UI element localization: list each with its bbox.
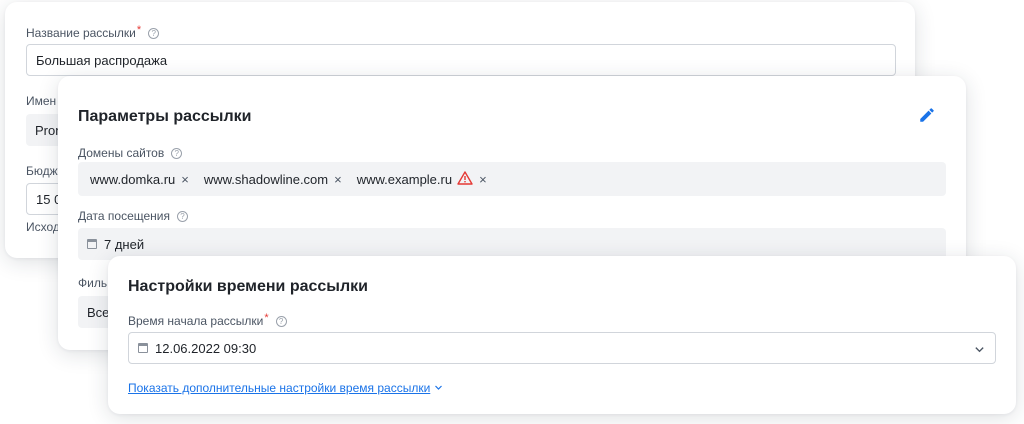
help-icon[interactable]: ? (275, 315, 287, 327)
filter-label: Филь (78, 276, 108, 290)
campaign-name-label: Название рассылки * ? (26, 24, 160, 40)
chevron-down-icon[interactable] (974, 343, 985, 358)
start-time-label: Время начала рассылки * ? (128, 312, 287, 328)
time-settings-card: Настройки времени рассылки Время начала … (108, 256, 1016, 414)
chevron-down-icon (434, 381, 443, 395)
source-label: Исход (26, 220, 60, 234)
domain-tag: www.domka.ru × (90, 171, 189, 187)
calendar-icon (87, 239, 97, 249)
params-title: Параметры рассылки (78, 108, 252, 125)
edit-icon[interactable] (918, 106, 936, 124)
calendar-icon (138, 343, 148, 353)
warning-icon (457, 170, 473, 188)
close-icon[interactable]: × (181, 172, 189, 187)
close-icon[interactable]: × (334, 172, 342, 187)
help-icon[interactable]: ? (171, 147, 183, 159)
campaign-name-input[interactable]: Большая распродажа (26, 44, 896, 76)
close-icon[interactable]: × (479, 172, 487, 187)
show-more-settings-link[interactable]: Показать дополнительные настройки время … (128, 381, 443, 395)
domains-field[interactable]: www.domka.ru × www.shadowline.com × www.… (78, 162, 946, 196)
domains-label: Домены сайтов ? (78, 146, 183, 160)
sender-label: Имен (26, 94, 57, 108)
domain-tag: www.example.ru × (356, 170, 487, 188)
time-settings-title: Настройки времени рассылки (128, 278, 368, 295)
required-mark: * (264, 312, 269, 324)
help-icon[interactable]: ? (148, 27, 160, 39)
visit-date-label: Дата посещения ? (78, 209, 188, 223)
start-time-select[interactable]: 12.06.2022 09:30 (128, 332, 996, 364)
domain-tag: www.shadowline.com × (203, 171, 342, 187)
help-icon[interactable]: ? (177, 210, 188, 222)
required-mark: * (136, 24, 142, 36)
budget-label: Бюдж (26, 164, 58, 178)
